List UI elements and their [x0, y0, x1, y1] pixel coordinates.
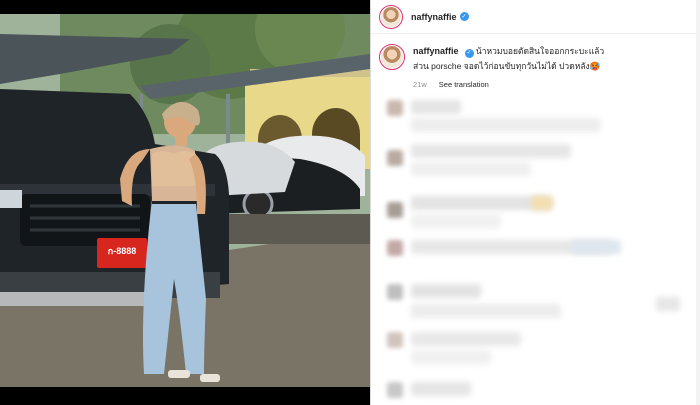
post-header: naffynaffie ✓ [371, 0, 700, 34]
caption-body: naffynaffie ✓ น้าหวมบอยตัดสินใจออกกระบะแล… [413, 44, 604, 92]
caption-text-line-1: น้าหวมบอยตัดสินใจออกกระบะแล้ว [475, 46, 605, 56]
caption-username[interactable]: naffynaffie [413, 46, 459, 56]
profile-avatar[interactable] [379, 4, 403, 29]
scrollbar[interactable] [696, 0, 700, 405]
caption-avatar[interactable] [379, 44, 405, 70]
caption-meta: 21w See translation [413, 77, 604, 92]
photo-illustration: ก-8888 [0, 14, 370, 387]
caption-text-line-2: ส่วน porsche จอดไว้ก่อนขับทุกวันไม่ได้ ป… [413, 61, 601, 71]
blurred-comments [371, 92, 700, 405]
post-photo[interactable]: ก-8888 [0, 14, 370, 387]
photo-panel: ก-8888 [0, 0, 370, 405]
caption-verified-badge-icon: ✓ [464, 48, 474, 58]
verified-badge-icon: ✓ [459, 12, 469, 21]
license-plate-text: ก-8888 [108, 246, 136, 256]
header-username[interactable]: naffynaffie [411, 12, 457, 22]
see-translation-link[interactable]: See translation [439, 77, 489, 92]
caption: naffynaffie ✓ น้าหวมบอยตัดสินใจออกกระบะแล… [371, 34, 700, 92]
post-time[interactable]: 21w [413, 77, 427, 92]
post-panel: naffynaffie ✓ naffynaffie ✓ น้าหวมบอยตัดส… [370, 0, 700, 405]
